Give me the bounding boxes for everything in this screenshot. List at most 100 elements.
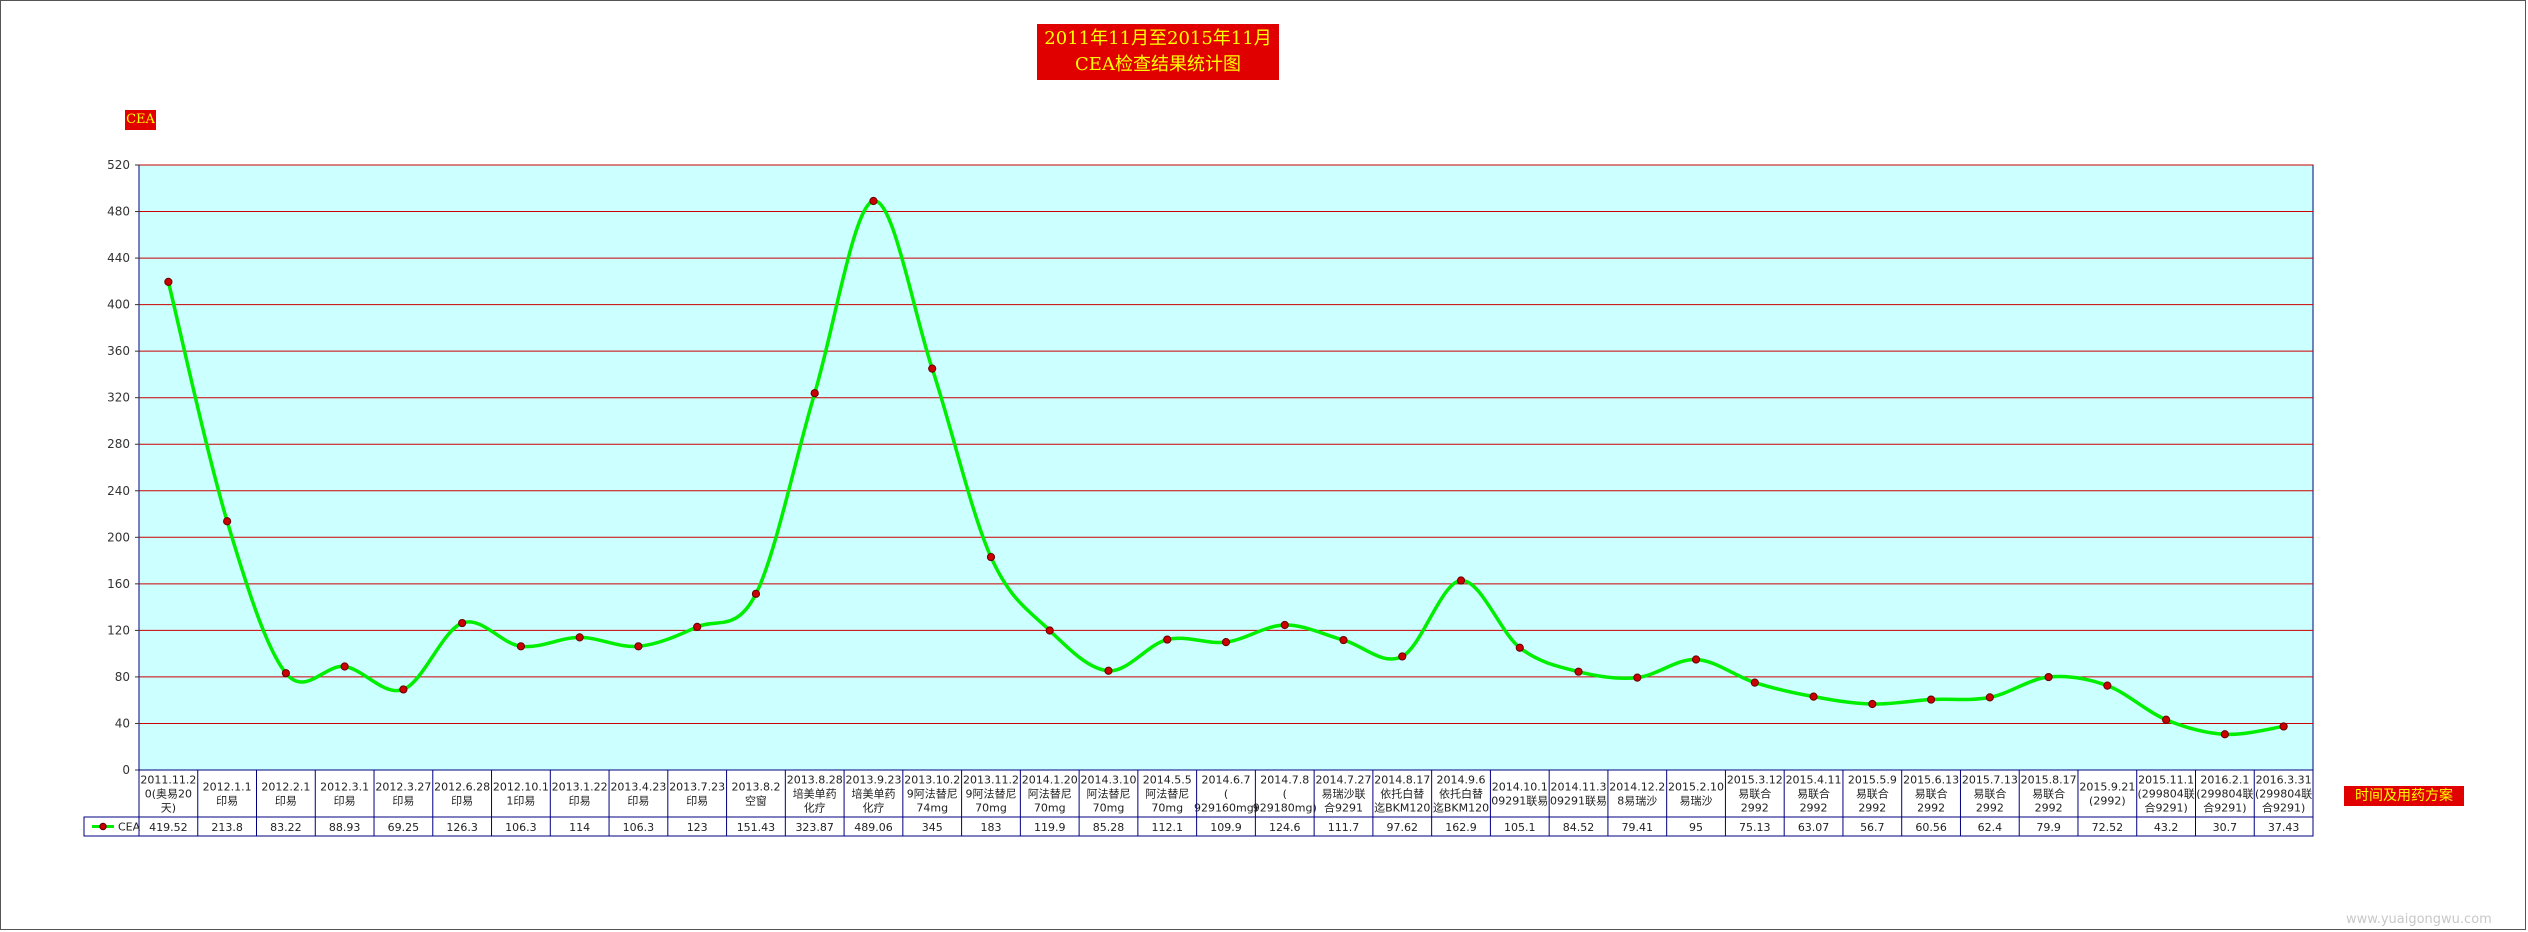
x-tick-label: 2014.10.1 bbox=[1492, 781, 1548, 794]
x-tick-label: 2015.7.13 bbox=[1962, 774, 2018, 787]
x-tick-label: 易联合 bbox=[1973, 787, 2006, 801]
data-point bbox=[751, 589, 761, 598]
data-point bbox=[1515, 643, 1524, 652]
x-tick-label: 70mg bbox=[1034, 802, 1066, 815]
data-value-label: 56.7 bbox=[1860, 821, 1885, 834]
x-tick-label: 印易 bbox=[569, 795, 591, 808]
x-tick-label: 2012.3.27 bbox=[375, 781, 431, 794]
x-tick-label: 2992 bbox=[1741, 802, 1769, 815]
x-tick-label: 2016.2.1 bbox=[2200, 774, 2249, 787]
y-tick-label: 120 bbox=[107, 623, 130, 637]
data-point bbox=[1633, 673, 1642, 682]
x-tick-label: 印易 bbox=[627, 795, 649, 808]
x-tick-label: 阿法替尼 bbox=[1086, 787, 1130, 801]
x-tick-label: 2012.10.1 bbox=[493, 781, 549, 794]
data-point bbox=[1750, 678, 1759, 687]
data-value-label: 72.52 bbox=[2092, 821, 2124, 834]
x-tick-label: 929160mg) bbox=[1194, 802, 1258, 815]
data-point bbox=[1104, 666, 1113, 675]
data-value-label: 43.2 bbox=[2154, 821, 2179, 834]
x-tick-label: 2012.3.1 bbox=[320, 781, 369, 794]
data-point bbox=[928, 364, 937, 373]
data-point bbox=[869, 196, 878, 206]
x-tick-label: 2014.7.27 bbox=[1316, 774, 1372, 787]
x-tick-label: 2014.7.8 bbox=[1260, 774, 1309, 787]
y-tick-label: 320 bbox=[107, 391, 130, 405]
data-value-label: 105.1 bbox=[1504, 821, 1536, 834]
x-tick-label: 2011.11.2 bbox=[140, 774, 196, 787]
data-point bbox=[458, 618, 467, 628]
data-value-label: 37.43 bbox=[2268, 821, 2300, 834]
plot-area bbox=[138, 164, 2314, 771]
x-tick-label: 空窗 bbox=[745, 794, 767, 808]
data-value-label: 106.3 bbox=[623, 821, 655, 834]
data-point bbox=[2279, 722, 2288, 731]
data-value-label: 114 bbox=[569, 821, 590, 834]
x-tick-label: 2012.2.1 bbox=[261, 781, 310, 794]
data-point bbox=[2103, 681, 2112, 690]
x-tick-label: 印易 bbox=[451, 795, 473, 808]
x-tick-label: 合9291 bbox=[1324, 801, 1363, 815]
x-tick-label: 2992 bbox=[1917, 802, 1945, 815]
data-value-label: 345 bbox=[922, 821, 943, 834]
data-value-label: 323.87 bbox=[795, 821, 834, 834]
x-tick-label: 2013.10.2 bbox=[904, 774, 960, 787]
x-tick-label: 2015.11.1 bbox=[2138, 774, 2194, 787]
data-point bbox=[340, 662, 349, 671]
x-tick-label: (299804联 bbox=[2196, 788, 2253, 801]
data-value-label: 69.25 bbox=[388, 821, 420, 834]
data-point bbox=[1868, 699, 1877, 709]
y-tick-label: 360 bbox=[107, 344, 130, 358]
data-point bbox=[1280, 620, 1289, 630]
x-tick-label: 2012.1.1 bbox=[203, 781, 252, 794]
x-tick-label: 迄BKM120 bbox=[1433, 801, 1489, 815]
data-point bbox=[575, 633, 584, 642]
y-tick-label: 160 bbox=[107, 577, 130, 591]
x-tick-label: 2014.9.6 bbox=[1437, 774, 1486, 787]
x-tick-label: 合9291) bbox=[2262, 801, 2305, 815]
data-point bbox=[1691, 655, 1701, 664]
x-tick-label: 2014.3.10 bbox=[1080, 774, 1136, 787]
data-point bbox=[810, 389, 819, 398]
x-tick-label: 1印易 bbox=[506, 795, 535, 808]
y-tick-label: 520 bbox=[107, 158, 130, 172]
x-tick-label: 2013.7.23 bbox=[669, 781, 725, 794]
x-tick-label: 印易 bbox=[216, 795, 238, 808]
x-tick-label: 2014.5.5 bbox=[1143, 774, 1192, 787]
data-value-label: 79.41 bbox=[1622, 821, 1654, 834]
legend-marker bbox=[99, 822, 107, 831]
data-point bbox=[1926, 695, 1936, 704]
x-tick-label: 化疗 bbox=[804, 801, 826, 815]
data-point bbox=[1045, 626, 1054, 635]
data-point bbox=[693, 622, 702, 631]
data-value-label: 106.3 bbox=[505, 821, 537, 834]
y-tick-label: 200 bbox=[107, 530, 130, 544]
x-tick-label: 化疗 bbox=[862, 801, 884, 815]
x-tick-label: 易联合 bbox=[1738, 787, 1771, 801]
data-point bbox=[1398, 652, 1407, 661]
data-point bbox=[516, 642, 526, 651]
x-tick-label: 阿法替尼 bbox=[1028, 787, 1072, 801]
x-tick-label: 74mg bbox=[916, 802, 948, 815]
x-tick-label: 2015.6.13 bbox=[1903, 774, 1959, 787]
x-tick-label: ( bbox=[1283, 788, 1287, 801]
legend-label: CEA bbox=[118, 821, 141, 834]
x-tick-label: 9阿法替尼 bbox=[965, 787, 1016, 801]
x-tick-label: 2013.1.22 bbox=[552, 781, 608, 794]
data-value-label: 95 bbox=[1689, 821, 1703, 834]
data-point bbox=[1809, 692, 1818, 701]
x-tick-label: 2015.2.10 bbox=[1668, 781, 1724, 794]
data-value-label: 97.62 bbox=[1387, 821, 1419, 834]
y-tick-label: 40 bbox=[115, 716, 130, 730]
x-tick-label: 9阿法替尼 bbox=[907, 787, 958, 801]
y-tick-label: 0 bbox=[122, 763, 130, 777]
data-value-label: 112.1 bbox=[1151, 821, 1183, 834]
x-tick-label: ( bbox=[1224, 788, 1228, 801]
data-point bbox=[1456, 576, 1466, 585]
x-tick-label: 依托白替 bbox=[1380, 787, 1424, 801]
x-tick-label: 印易 bbox=[686, 795, 708, 808]
x-tick-label: 2012.6.28 bbox=[434, 781, 490, 794]
data-point bbox=[1339, 635, 1348, 645]
x-tick-label: 易瑞沙 bbox=[1680, 794, 1713, 808]
x-tick-label: 2013.9.23 bbox=[845, 774, 901, 787]
